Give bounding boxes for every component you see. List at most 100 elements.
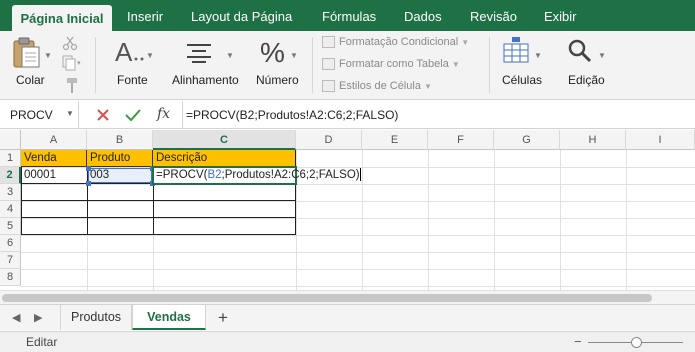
copy-icon[interactable]: ▾ [62, 55, 82, 71]
scrollbar-thumb[interactable] [2, 294, 652, 302]
sheet-tab-produtos[interactable]: Produtos [60, 305, 132, 330]
ribbon-separator [95, 37, 96, 93]
format-painter-icon[interactable] [64, 77, 80, 95]
cell-a1[interactable]: Venda [21, 150, 87, 167]
editing-label: Edição [568, 73, 605, 87]
cancel-icon[interactable] [96, 108, 110, 122]
column-header-h[interactable]: H [560, 130, 626, 150]
chevron-down-icon: ▼ [451, 60, 460, 69]
align-icon [187, 44, 211, 63]
tab-layout-da-pagina[interactable]: Layout da Página [191, 0, 292, 31]
row-header-8[interactable]: 8 [0, 269, 21, 286]
formula-actions: fx [79, 101, 183, 129]
alignment-group-button[interactable]: ▼ Alinhamento [168, 31, 240, 100]
conditional-formatting-button[interactable]: Formatação Condicional ▼ [322, 34, 469, 50]
cell-a2[interactable]: 00001 [21, 167, 87, 184]
editing-group-button[interactable]: ▼ Edição [562, 31, 612, 100]
cell-b2[interactable]: 003 [87, 167, 153, 184]
format-as-table-label: Formatar como Tabela [339, 58, 449, 70]
paste-button[interactable]: ▼ Colar [6, 31, 56, 100]
spreadsheet-grid[interactable]: A B C D E F G H I 1 2 3 4 5 6 7 8 Venda … [0, 130, 695, 290]
status-bar: Editar − [0, 331, 695, 352]
table-border [21, 200, 296, 201]
clipboard-icon [13, 37, 40, 68]
column-header-i[interactable]: I [626, 130, 695, 150]
prev-sheet-icon[interactable]: ◀ [12, 311, 20, 324]
paste-dropdown-icon[interactable]: ▼ [44, 51, 52, 60]
column-header-e[interactable]: E [362, 130, 428, 150]
add-sheet-icon[interactable]: + [218, 308, 228, 328]
format-table-icon [322, 58, 335, 71]
font-label: Fonte [117, 73, 148, 87]
column-header-d[interactable]: D [296, 130, 362, 150]
styles-group: Formatação Condicional ▼ Formatar como T… [322, 31, 487, 100]
confirm-icon[interactable] [125, 108, 141, 122]
chevron-down-icon: ▼ [461, 38, 470, 47]
number-group-button[interactable]: % ▼ Número [252, 31, 307, 100]
tab-exibir[interactable]: Exibir [544, 0, 577, 31]
chevron-down-icon[interactable]: ▼ [66, 109, 74, 118]
row-header-4[interactable]: 4 [0, 201, 21, 218]
gridline [21, 184, 695, 185]
column-header-f[interactable]: F [428, 130, 494, 150]
cells-label: Células [502, 73, 543, 87]
gridline [21, 201, 695, 202]
row-header-6[interactable]: 6 [0, 235, 21, 252]
name-box-value: PROCV [10, 108, 53, 122]
gridline [21, 252, 695, 253]
table-border [21, 217, 296, 218]
row-header-5[interactable]: 5 [0, 218, 21, 235]
gridline [21, 218, 695, 219]
ribbon-separator [489, 37, 490, 93]
column-header-a[interactable]: A [21, 130, 87, 150]
tab-revisao[interactable]: Revisão [470, 0, 517, 31]
zoom-out-icon[interactable]: − [574, 334, 582, 349]
formula-bar: PROCV ▼ fx =PROCV(B2;Produtos!A2:C6;2;FA… [0, 101, 695, 129]
font-dropdown-icon: ▼ [146, 51, 154, 60]
zoom-slider-knob[interactable] [631, 337, 642, 348]
row-header-1[interactable]: 1 [0, 150, 21, 167]
function-icon[interactable]: fx [157, 106, 170, 122]
cell-c2[interactable]: =PROCV(B2;Produtos!A2:C6;2;FALSO) [153, 167, 361, 184]
number-dropdown-icon: ▼ [290, 51, 298, 60]
tab-inserir[interactable]: Inserir [127, 0, 163, 31]
table-border [21, 234, 296, 235]
formula-input[interactable]: =PROCV(B2;Produtos!A2:C6;2;FALSO) [186, 108, 398, 122]
cell-b1[interactable]: Produto [87, 150, 153, 167]
tab-dados[interactable]: Dados [404, 0, 442, 31]
cells-icon [503, 37, 529, 63]
row-header-3[interactable]: 3 [0, 184, 21, 201]
row-header-7[interactable]: 7 [0, 252, 21, 269]
tab-pagina-inicial[interactable]: Página Inicial [12, 5, 112, 31]
gridline [21, 235, 695, 236]
horizontal-scrollbar[interactable] [0, 290, 695, 304]
row-header-2[interactable]: 2 [0, 167, 21, 184]
gridline [21, 269, 695, 270]
number-label: Número [256, 73, 299, 87]
sheet-tab-vendas[interactable]: Vendas [132, 305, 206, 330]
column-header-g[interactable]: G [494, 130, 560, 150]
ribbon: ▼ Colar ▾ A ▼ Fonte ▼ Alinhamento % ▼ Nú… [0, 31, 695, 100]
column-header-c[interactable]: C [153, 130, 296, 150]
cell-c2-suffix: ;Produtos!A2:C6;2;FALSO) [221, 169, 360, 181]
next-sheet-icon[interactable]: ▶ [34, 311, 42, 324]
ribbon-tab-bar: Página Inicial Inserir Layout da Página … [0, 0, 695, 31]
cells-group-button[interactable]: ▼ Células [496, 31, 546, 100]
cell-c1[interactable]: Descrição [153, 150, 296, 167]
cell-styles-button[interactable]: Estilos de Célula ▼ [322, 78, 432, 94]
select-all-corner[interactable] [0, 130, 21, 150]
ribbon-separator [312, 37, 313, 93]
font-icon: A [115, 37, 144, 67]
conditional-formatting-label: Formatação Condicional [339, 36, 459, 48]
align-dropdown-icon: ▼ [226, 51, 234, 60]
format-as-table-button[interactable]: Formatar como Tabela ▼ [322, 56, 460, 72]
table-border [295, 150, 296, 235]
font-group-button[interactable]: A ▼ Fonte [108, 31, 158, 100]
conditional-formatting-icon [322, 36, 335, 49]
sheet-tab-bar: ◀ ▶ Produtos Vendas + [0, 304, 695, 330]
cut-icon[interactable] [62, 35, 78, 51]
cell-c2-ref: B2 [207, 169, 222, 181]
column-header-b[interactable]: B [87, 130, 153, 150]
name-box[interactable]: PROCV ▼ [0, 101, 79, 129]
tab-formulas[interactable]: Fórmulas [322, 0, 376, 31]
